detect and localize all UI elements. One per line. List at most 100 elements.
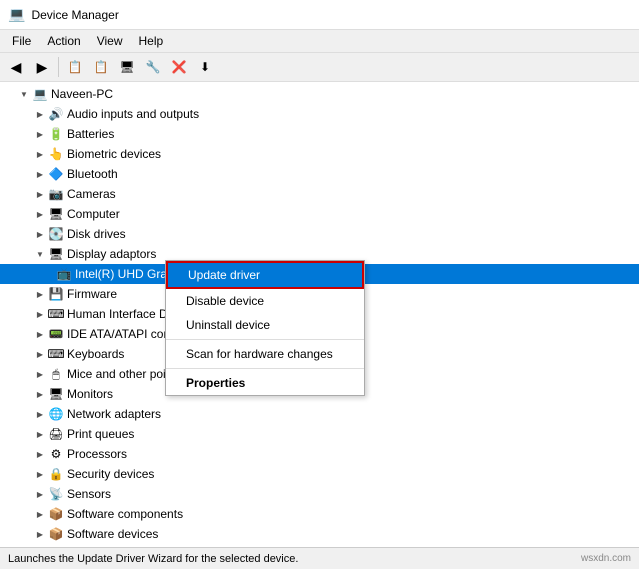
batteries-icon: 🔋 — [48, 126, 64, 142]
tree-item-batteries[interactable]: ▶ 🔋 Batteries — [0, 124, 639, 144]
tree-label-softwarecomp: Software components — [67, 507, 639, 521]
tree-root-label: Naveen-PC — [51, 87, 639, 101]
menu-view[interactable]: View — [89, 32, 131, 50]
tree-label-network: Network adapters — [67, 407, 639, 421]
mice-icon: 🖱 — [48, 366, 64, 382]
biometric-icon: 👆 — [48, 146, 64, 162]
computer-icon: 💻 — [32, 86, 48, 102]
tree-label-bluetooth: Bluetooth — [67, 167, 639, 181]
tree-label-display: Display adaptors — [67, 247, 639, 261]
tree-toggle-ideata[interactable]: ▶ — [32, 326, 48, 342]
toolbar: ◀ ▶ 📋 📋 🖥 🔧 ❌ ⬇ — [0, 53, 639, 82]
tree-toggle-network[interactable]: ▶ — [32, 406, 48, 422]
tree-toggle-processors[interactable]: ▶ — [32, 446, 48, 462]
diskdrives-icon: 💽 — [48, 226, 64, 242]
tree-item-cameras[interactable]: ▶ 📷 Cameras — [0, 184, 639, 204]
tree-toggle-keyboards[interactable]: ▶ — [32, 346, 48, 362]
tree-toggle-cameras[interactable]: ▶ — [32, 186, 48, 202]
tree-label-biometric: Biometric devices — [67, 147, 639, 161]
tree-item-biometric[interactable]: ▶ 👆 Biometric devices — [0, 144, 639, 164]
menu-action[interactable]: Action — [39, 32, 88, 50]
processors-icon: ⚙ — [48, 446, 64, 462]
tree-item-sound[interactable]: ▶ 🎮 Sound, video and game controllers — [0, 544, 639, 547]
tree-toggle-mice[interactable]: ▶ — [32, 366, 48, 382]
tree-item-security[interactable]: ▶ 🔒 Security devices — [0, 464, 639, 484]
tree-label-softwaredev: Software devices — [67, 527, 639, 541]
ctx-uninstall-device[interactable]: Uninstall device — [166, 313, 364, 337]
ctx-properties[interactable]: Properties — [166, 371, 364, 395]
status-right: wsxdn.com — [581, 553, 631, 564]
tree-item-softwaredev[interactable]: ▶ 📦 Software devices — [0, 524, 639, 544]
tree-item-sensors[interactable]: ▶ 📡 Sensors — [0, 484, 639, 504]
main-area: ▼ 💻 Naveen-PC ▶ 🔊 Audio inputs and outpu… — [0, 82, 639, 547]
softwarecomp-icon: 📦 — [48, 506, 64, 522]
status-bar: Launches the Update Driver Wizard for th… — [0, 547, 639, 569]
tree-toggle-root[interactable]: ▼ — [16, 86, 32, 102]
tree-item-softwarecomp[interactable]: ▶ 📦 Software components — [0, 504, 639, 524]
tree-label-security: Security devices — [67, 467, 639, 481]
tree-item-audio[interactable]: ▶ 🔊 Audio inputs and outputs — [0, 104, 639, 124]
toolbar-forward[interactable]: ▶ — [30, 55, 54, 79]
toolbar-back[interactable]: ◀ — [4, 55, 28, 79]
ctx-scan-hardware[interactable]: Scan for hardware changes — [166, 342, 364, 366]
title-bar: 💻 Device Manager — [0, 0, 639, 30]
tree-toggle-sensors[interactable]: ▶ — [32, 486, 48, 502]
toolbar-scan[interactable]: 🔧 — [141, 55, 165, 79]
toolbar-update[interactable]: 📋 — [89, 55, 113, 79]
intel-icon: 📺 — [56, 266, 72, 282]
tree-label-computer: Computer — [67, 207, 639, 221]
tree-label-cameras: Cameras — [67, 187, 639, 201]
tree-item-bluetooth[interactable]: ▶ 🔷 Bluetooth — [0, 164, 639, 184]
tree-toggle-humaninterface[interactable]: ▶ — [32, 306, 48, 322]
tree-toggle-display[interactable]: ▼ — [32, 246, 48, 262]
tree-label-diskdrives: Disk drives — [67, 227, 639, 241]
monitors-icon: 🖥 — [48, 386, 64, 402]
status-text: Launches the Update Driver Wizard for th… — [8, 553, 298, 565]
humaninterface-icon: ⌨ — [48, 306, 64, 322]
menu-file[interactable]: File — [4, 32, 39, 50]
tree-item-computer[interactable]: ▶ 🖥 Computer — [0, 204, 639, 224]
tree-root[interactable]: ▼ 💻 Naveen-PC — [0, 84, 639, 104]
toolbar-display[interactable]: 🖥 — [115, 55, 139, 79]
tree-item-printqueues[interactable]: ▶ 🖨 Print queues — [0, 424, 639, 444]
tree-toggle-audio[interactable]: ▶ — [32, 106, 48, 122]
ctx-update-driver[interactable]: Update driver — [166, 261, 364, 289]
toolbar-add[interactable]: ⬇ — [193, 55, 217, 79]
tree-toggle-sound[interactable]: ▶ — [32, 546, 48, 547]
tree-toggle-intel — [48, 266, 56, 282]
firmware-icon: 💾 — [48, 286, 64, 302]
ctx-disable-device[interactable]: Disable device — [166, 289, 364, 313]
tree-toggle-batteries[interactable]: ▶ — [32, 126, 48, 142]
toolbar-sep-1 — [58, 57, 59, 77]
tree-toggle-bluetooth[interactable]: ▶ — [32, 166, 48, 182]
tree-toggle-printqueues[interactable]: ▶ — [32, 426, 48, 442]
tree-label-processors: Processors — [67, 447, 639, 461]
tree-toggle-monitors[interactable]: ▶ — [32, 386, 48, 402]
sensors-icon: 📡 — [48, 486, 64, 502]
toolbar-uninstall[interactable]: ❌ — [167, 55, 191, 79]
tree-toggle-softwaredev[interactable]: ▶ — [32, 526, 48, 542]
tree-toggle-firmware[interactable]: ▶ — [32, 286, 48, 302]
tree-label-sensors: Sensors — [67, 487, 639, 501]
computer-icon: 🖥 — [48, 206, 64, 222]
softwaredev-icon: 📦 — [48, 526, 64, 542]
tree-item-network[interactable]: ▶ 🌐 Network adapters — [0, 404, 639, 424]
app-title: Device Manager — [31, 8, 118, 22]
tree-toggle-diskdrives[interactable]: ▶ — [32, 226, 48, 242]
display-icon: 🖥 — [48, 246, 64, 262]
security-icon: 🔒 — [48, 466, 64, 482]
tree-item-processors[interactable]: ▶ ⚙ Processors — [0, 444, 639, 464]
tree-label-audio: Audio inputs and outputs — [67, 107, 639, 121]
tree-label-printqueues: Print queues — [67, 427, 639, 441]
audio-icon: 🔊 — [48, 106, 64, 122]
toolbar-properties[interactable]: 📋 — [63, 55, 87, 79]
tree-toggle-computer[interactable]: ▶ — [32, 206, 48, 222]
tree-toggle-softwarecomp[interactable]: ▶ — [32, 506, 48, 522]
tree-toggle-security[interactable]: ▶ — [32, 466, 48, 482]
menu-help[interactable]: Help — [131, 32, 172, 50]
tree-label-batteries: Batteries — [67, 127, 639, 141]
tree-toggle-biometric[interactable]: ▶ — [32, 146, 48, 162]
ctx-separator-1 — [166, 339, 364, 340]
tree-item-diskdrives[interactable]: ▶ 💽 Disk drives — [0, 224, 639, 244]
cameras-icon: 📷 — [48, 186, 64, 202]
